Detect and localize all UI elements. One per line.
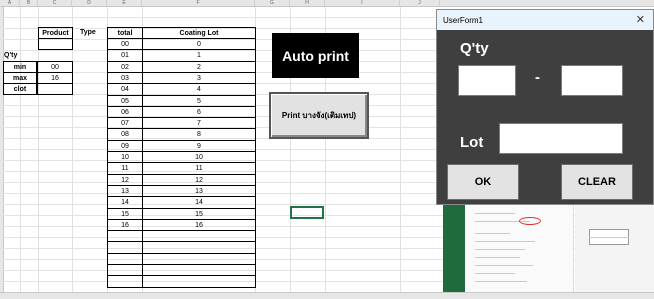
background-window-sidebar [443, 205, 465, 293]
close-icon[interactable]: ✕ [636, 13, 645, 26]
column-header-a[interactable]: A [0, 0, 20, 6]
qty-range-dash: - [535, 69, 540, 86]
userform-title-bar[interactable]: UserForm1 ✕ [437, 10, 653, 30]
product-value-cell[interactable] [38, 38, 73, 50]
userform-title: UserForm1 [443, 15, 484, 25]
clear-button[interactable]: CLEAR [561, 164, 633, 200]
print-button[interactable]: Print บางจัง(เติมเทป) [269, 92, 369, 139]
userform-dialog: UserForm1 ✕ Q'ty - Lot OK CLEAR [436, 9, 654, 205]
lot-label: Lot [460, 134, 484, 151]
column-header-c[interactable]: C [38, 0, 72, 6]
column-header-d[interactable]: D [72, 0, 107, 6]
column-header-h[interactable]: H [290, 0, 325, 6]
column-header-j[interactable]: J [400, 0, 440, 6]
qty-to-input[interactable] [561, 65, 623, 96]
ok-button[interactable]: OK [447, 164, 519, 200]
highlight-circle [519, 217, 541, 225]
side-value-2[interactable] [37, 83, 73, 95]
lot-input[interactable] [499, 123, 623, 154]
column-header-g[interactable]: G [255, 0, 290, 6]
header-type: Type [80, 29, 96, 36]
column-header-i[interactable]: I [325, 0, 400, 6]
column-header-bar: ABCDEFGHIJ [0, 0, 654, 7]
column-header-b[interactable]: B [20, 0, 38, 6]
auto-print-button[interactable]: Auto print [272, 33, 359, 78]
gridline [20, 7, 21, 292]
background-window-preview [575, 205, 654, 293]
background-window-panel [465, 205, 574, 293]
gridline [400, 7, 401, 292]
qty-label: Q'ty [460, 40, 489, 57]
side-label-2[interactable]: clot [3, 83, 37, 95]
qty-sheet-label: Q'ty [4, 52, 18, 59]
column-header-e[interactable]: E [107, 0, 142, 6]
table-row-empty[interactable] [142, 275, 256, 288]
qty-from-input[interactable] [458, 65, 516, 96]
selected-cell[interactable] [290, 206, 324, 219]
column-header-f[interactable]: F [142, 0, 255, 6]
table-row-empty[interactable] [107, 275, 143, 288]
